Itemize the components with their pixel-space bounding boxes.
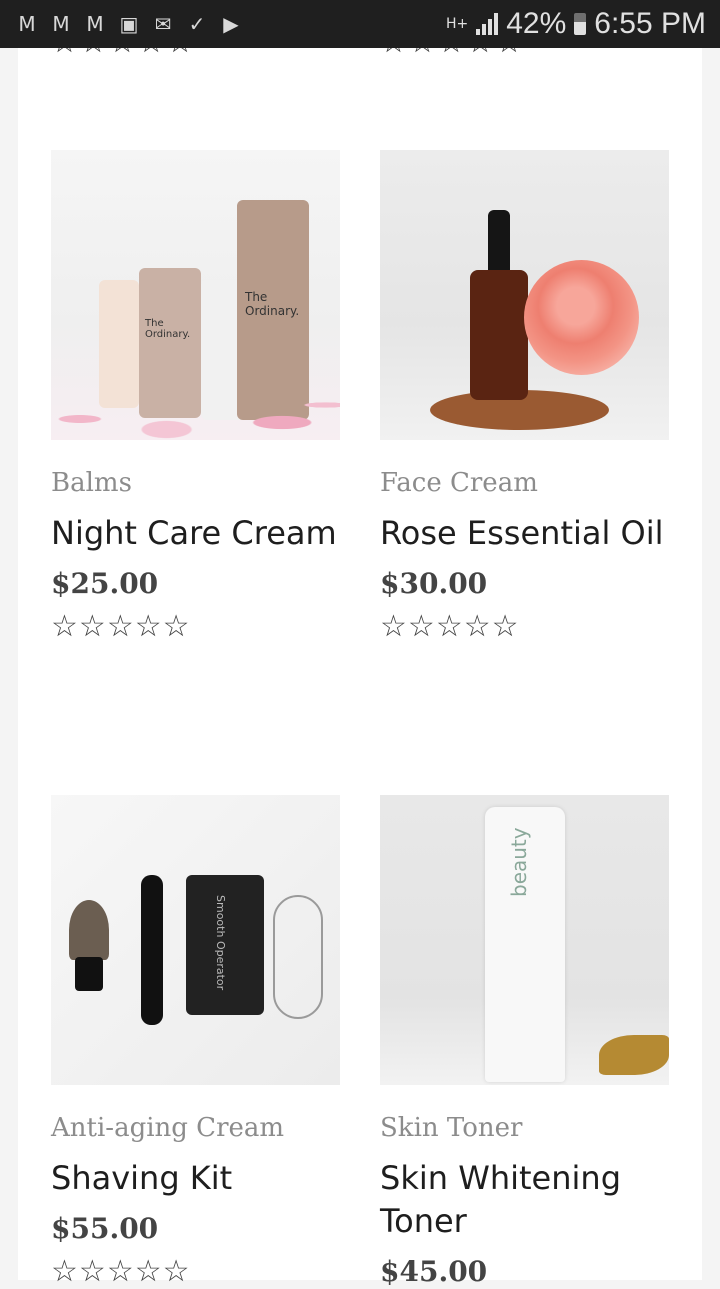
rating-stars: ☆ ☆ ☆ ☆ ☆ <box>380 612 669 642</box>
product-title[interactable]: Night Care Cream <box>51 512 340 555</box>
star-icon: ☆ <box>51 1254 78 1289</box>
product-price: $55.00 <box>51 1212 159 1245</box>
star-icon: ☆ <box>78 1254 106 1289</box>
star-icon: ☆ <box>162 609 190 644</box>
label-text: Smooth Operator <box>214 895 227 991</box>
battery-percent: 42% <box>506 7 567 40</box>
star-icon: ☆ <box>51 609 78 644</box>
product-card-night-care-cream[interactable]: The Ordinary. The Ordinary. Balms Night … <box>51 150 340 642</box>
gmail-icon: M <box>86 12 104 36</box>
star-icon: ☆ <box>435 609 463 644</box>
star-icon: ☆ <box>106 1254 134 1289</box>
product-category: Skin Toner <box>380 1113 523 1143</box>
label-text: beauty <box>507 827 531 897</box>
gmail-icon: M <box>18 12 36 36</box>
product-price: $30.00 <box>380 567 488 600</box>
product-image[interactable]: The Ordinary. The Ordinary. <box>51 150 340 440</box>
youtube-icon: ▶ <box>223 12 239 36</box>
product-card-shaving-kit[interactable]: Smooth Operator Anti-aging Cream Shaving… <box>51 795 340 1287</box>
clock: 6:55 PM <box>594 7 706 40</box>
label-text: The Ordinary. <box>145 318 191 340</box>
rating-stars: ☆ ☆ ☆ ☆ ☆ <box>51 612 340 642</box>
star-icon: ☆ <box>106 609 134 644</box>
label-text: The Ordinary. <box>245 290 300 318</box>
product-title[interactable]: Shaving Kit <box>51 1157 340 1200</box>
check-icon: ✓ <box>188 12 206 36</box>
product-grid: ☆ ☆ ☆ ☆ ☆ ☆ ☆ ☆ ☆ ☆ The Ordinary. The Or… <box>18 0 702 1288</box>
product-image[interactable] <box>380 150 669 440</box>
product-price: $45.00 <box>380 1255 488 1288</box>
system-status: H+ 42% 6:55 PM <box>446 7 706 41</box>
network-type: H+ <box>445 16 469 32</box>
product-title[interactable]: Rose Essential Oil <box>380 512 669 555</box>
product-category: Anti-aging Cream <box>51 1113 285 1143</box>
product-title[interactable]: Skin Whitening Toner <box>380 1157 669 1243</box>
product-image[interactable]: Smooth Operator <box>51 795 340 1085</box>
product-price: $25.00 <box>51 567 159 600</box>
product-image[interactable]: beauty <box>380 795 669 1085</box>
product-card-rose-essential-oil[interactable]: Face Cream Rose Essential Oil $30.00 ☆ ☆… <box>380 150 669 642</box>
gmail-icon: M <box>52 12 70 36</box>
product-card-skin-whitening-toner[interactable]: beauty Skin Toner Skin Whitening Toner $… <box>380 795 669 1288</box>
battery-icon <box>574 13 587 35</box>
star-icon: ☆ <box>380 609 407 644</box>
gallery-icon: ▣ <box>119 12 139 36</box>
star-icon: ☆ <box>134 609 162 644</box>
star-icon: ☆ <box>491 609 519 644</box>
mail-icon: ✉ <box>154 12 172 36</box>
star-icon: ☆ <box>162 1254 190 1289</box>
star-icon: ☆ <box>134 1254 162 1289</box>
rating-stars: ☆ ☆ ☆ ☆ ☆ <box>51 1257 340 1287</box>
star-icon: ☆ <box>463 609 491 644</box>
star-icon: ☆ <box>407 609 435 644</box>
signal-icon <box>476 13 499 35</box>
notification-icons: M M M ▣ ✉ ✓ ▶ <box>14 12 244 36</box>
status-bar: M M M ▣ ✉ ✓ ▶ H+ 42% 6:55 PM <box>0 0 720 48</box>
star-icon: ☆ <box>78 609 106 644</box>
product-category: Balms <box>51 468 132 498</box>
product-category: Face Cream <box>380 468 538 498</box>
